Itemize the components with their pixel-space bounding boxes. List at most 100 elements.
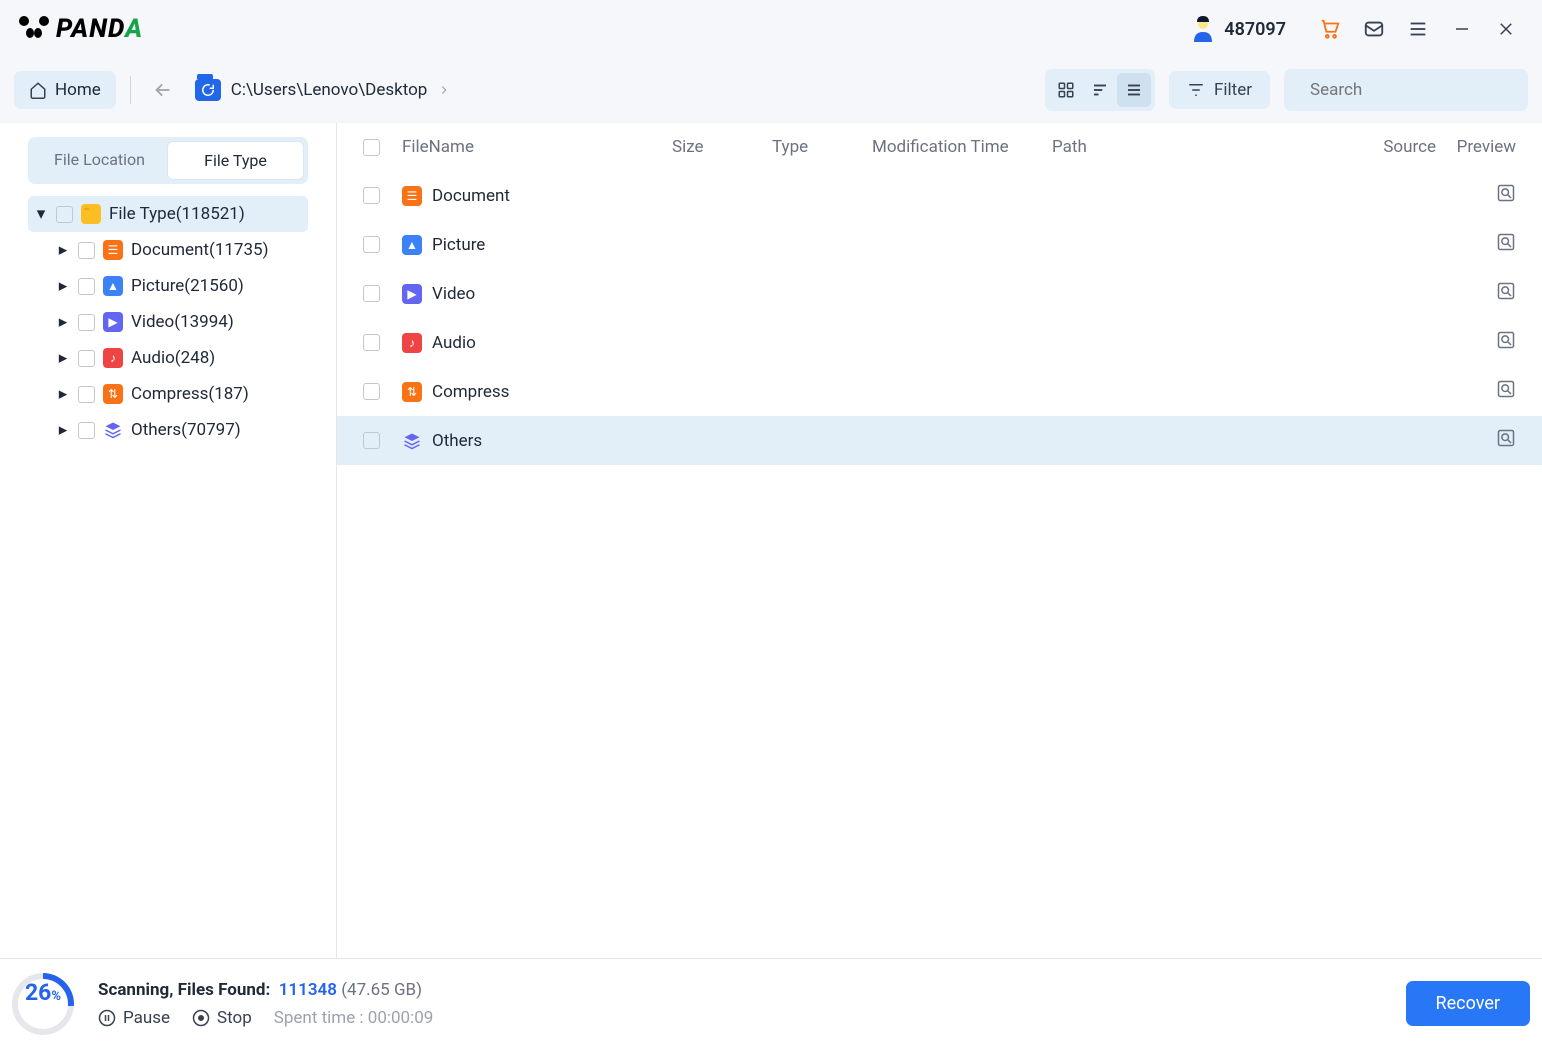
preview-button[interactable] <box>1496 330 1516 355</box>
filter-button[interactable]: Filter <box>1169 71 1270 109</box>
preview-button[interactable] <box>1496 281 1516 306</box>
col-preview[interactable]: Preview <box>1436 137 1516 157</box>
cart-icon[interactable] <box>1312 11 1348 47</box>
checkbox[interactable] <box>363 236 380 253</box>
col-type[interactable]: Type <box>772 137 872 157</box>
file-row-picture[interactable]: ▲Picture <box>337 220 1542 269</box>
stop-button[interactable]: Stop <box>192 1008 252 1028</box>
user-chip[interactable]: 487097 <box>1190 16 1286 42</box>
col-modification[interactable]: Modification Time <box>872 137 1052 157</box>
column-header: FileName Size Type Modification Time Pat… <box>337 123 1542 171</box>
tree-label: Document(11735) <box>131 240 269 260</box>
picture-icon: ▲ <box>103 276 123 296</box>
checkbox[interactable] <box>363 285 380 302</box>
checkbox[interactable] <box>363 383 380 400</box>
titlebar: PANDA 487097 <box>0 0 1542 58</box>
filter-label: Filter <box>1214 80 1252 100</box>
col-source[interactable]: Source <box>1346 137 1436 157</box>
tree-root[interactable]: ▾ File Type(118521) <box>28 196 308 232</box>
preview-button[interactable] <box>1496 232 1516 257</box>
col-filename[interactable]: FileName <box>402 137 672 157</box>
percent-sign: % <box>51 989 61 1004</box>
tree-root-label: File Type(118521) <box>109 204 245 224</box>
search-box[interactable] <box>1284 69 1528 111</box>
recover-button[interactable]: Recover <box>1406 981 1530 1026</box>
tab-file-type[interactable]: File Type <box>167 141 304 180</box>
home-button[interactable]: Home <box>14 71 116 109</box>
view-detail-button[interactable] <box>1083 73 1117 107</box>
tab-file-location[interactable]: File Location <box>32 141 167 180</box>
stop-icon <box>192 1009 210 1027</box>
video-icon: ▶ <box>402 284 422 304</box>
checkbox[interactable] <box>78 422 95 439</box>
tree-node-compress[interactable]: ▸⇅Compress(187) <box>28 376 308 412</box>
tree-node-video[interactable]: ▸ ▶ Video(13994) <box>28 304 308 340</box>
checkbox-all[interactable] <box>363 139 380 156</box>
close-button[interactable] <box>1488 11 1524 47</box>
checkbox[interactable] <box>78 386 95 403</box>
pause-button[interactable]: Pause <box>98 1008 170 1028</box>
view-list-button[interactable] <box>1117 73 1151 107</box>
view-switcher <box>1045 69 1155 111</box>
menu-icon[interactable] <box>1400 11 1436 47</box>
view-grid-button[interactable] <box>1049 73 1083 107</box>
mail-icon[interactable] <box>1356 11 1392 47</box>
drive-icon <box>195 79 221 101</box>
file-row-compress[interactable]: ⇅ Compress <box>337 367 1542 416</box>
file-row-others[interactable]: Others <box>337 416 1542 465</box>
col-path[interactable]: Path <box>1052 137 1346 157</box>
stop-label: Stop <box>217 1008 252 1028</box>
search-input[interactable] <box>1310 80 1532 100</box>
file-name: Others <box>432 431 482 451</box>
home-label: Home <box>55 80 101 100</box>
toolbar: Home C:\Users\Lenovo\Desktop Filter <box>0 58 1542 122</box>
tree-label: Video(13994) <box>131 312 234 332</box>
tree-node-audio[interactable]: ▸♪Audio(248) <box>28 340 308 376</box>
checkbox[interactable] <box>78 350 95 367</box>
checkbox[interactable] <box>363 432 380 449</box>
tree: ▾ File Type(118521) ▸ ☰ Document(11735) ▸ ▲… <box>10 196 326 448</box>
caret-right-icon[interactable]: ▸ <box>56 348 70 368</box>
checkbox[interactable] <box>78 278 95 295</box>
preview-button[interactable] <box>1496 183 1516 208</box>
pause-icon <box>98 1009 116 1027</box>
file-row-video[interactable]: ▶Video <box>337 269 1542 318</box>
col-size[interactable]: Size <box>672 137 772 157</box>
file-name: Compress <box>432 382 509 402</box>
sidebar-tabs: File Location File Type <box>28 137 308 184</box>
pause-label: Pause <box>123 1008 170 1028</box>
file-row-document[interactable]: ☰Document <box>337 171 1542 220</box>
arrow-left-icon <box>152 79 174 101</box>
caret-right-icon[interactable]: ▸ <box>56 312 70 332</box>
back-button[interactable] <box>145 72 181 108</box>
path-text: C:\Users\Lenovo\Desktop <box>231 80 428 100</box>
breadcrumb[interactable]: C:\Users\Lenovo\Desktop <box>195 79 452 101</box>
checkbox[interactable] <box>363 334 380 351</box>
preview-button[interactable] <box>1496 428 1516 453</box>
sidebar: File Location File Type ▾ File Type(1185… <box>0 123 337 958</box>
file-row-audio[interactable]: ♪Audio <box>337 318 1542 367</box>
tree-node-document[interactable]: ▸ ☰ Document(11735) <box>28 232 308 268</box>
checkbox[interactable] <box>78 242 95 259</box>
file-name: Picture <box>432 235 485 255</box>
checkbox[interactable] <box>56 206 73 223</box>
caret-right-icon[interactable]: ▸ <box>56 276 70 296</box>
document-icon: ☰ <box>103 240 123 260</box>
caret-right-icon[interactable]: ▸ <box>56 240 70 260</box>
files-found-size: (47.65 GB) <box>341 980 422 1000</box>
video-icon: ▶ <box>103 312 123 332</box>
compress-icon: ⇅ <box>402 382 422 402</box>
checkbox[interactable] <box>78 314 95 331</box>
tree-label: Others(70797) <box>131 420 241 440</box>
progress-percent: 26 <box>25 979 51 1006</box>
layers-icon <box>103 420 123 440</box>
tree-node-others[interactable]: ▸ Others(70797) <box>28 412 308 448</box>
preview-button[interactable] <box>1496 379 1516 404</box>
caret-right-icon[interactable]: ▸ <box>56 384 70 404</box>
minimize-button[interactable] <box>1444 11 1480 47</box>
tree-label: Picture(21560) <box>131 276 244 296</box>
tree-node-picture[interactable]: ▸ ▲ Picture(21560) <box>28 268 308 304</box>
checkbox[interactable] <box>363 187 380 204</box>
caret-right-icon[interactable]: ▸ <box>56 420 70 440</box>
caret-down-icon[interactable]: ▾ <box>34 204 48 224</box>
